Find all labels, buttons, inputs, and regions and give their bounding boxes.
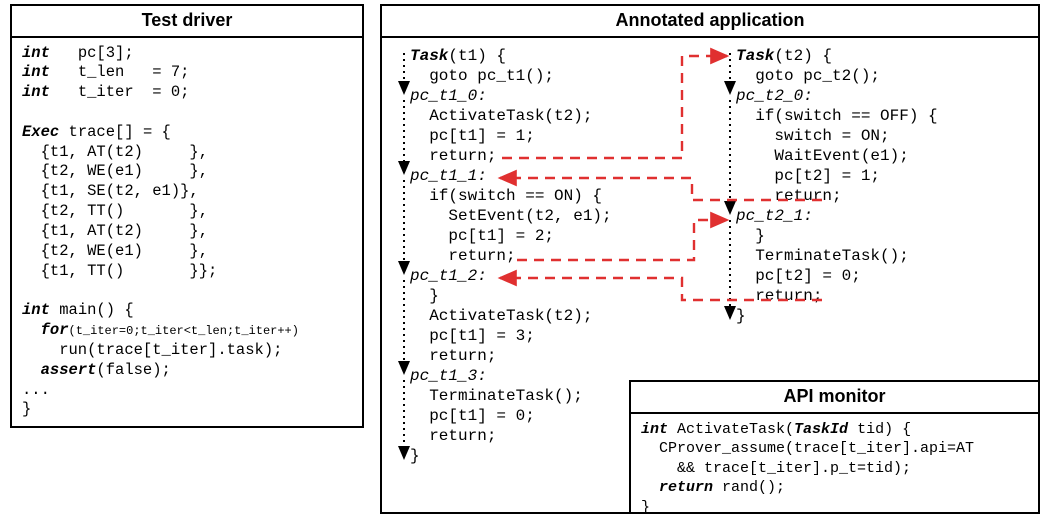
t1-line: ActivateTask(t2); bbox=[410, 307, 592, 325]
label-pc-t1-3: pc_t1_3: bbox=[410, 367, 487, 385]
test-driver-box: Test driver int pc[3]; int t_len = 7; in… bbox=[10, 4, 364, 428]
task-t2-column: Task(t2) { goto pc_t2(); pc_t2_0: if(swi… bbox=[736, 46, 938, 326]
t2-goto: goto pc_t2(); bbox=[736, 67, 880, 85]
ellipsis: ... bbox=[22, 381, 50, 399]
for-head: (t_iter=0;t_iter<t_len;t_iter++) bbox=[69, 324, 299, 338]
decl-tlen: t_len = 7; bbox=[78, 63, 190, 81]
trace-row: {t1, SE(t2, e1)}, bbox=[22, 182, 199, 200]
trace-row: {t2, WE(e1) }, bbox=[22, 242, 208, 260]
t1-goto: goto pc_t1(); bbox=[410, 67, 554, 85]
api-param-name: tid) { bbox=[848, 421, 911, 438]
label-pc-t2-1: pc_t2_1: bbox=[736, 207, 813, 225]
t2-line: pc[t2] = 0; bbox=[736, 267, 861, 285]
trace-row: {t1, AT(t2) }, bbox=[22, 143, 208, 161]
trace-row: {t2, TT() }, bbox=[22, 202, 208, 220]
api-monitor-title: API monitor bbox=[631, 382, 1038, 414]
t1-line: return; bbox=[410, 347, 496, 365]
api-line: && trace[t_iter].p_t=tid); bbox=[641, 460, 911, 477]
t1-line: return; bbox=[410, 147, 496, 165]
decl-titer: t_iter = 0; bbox=[78, 83, 190, 101]
t2-line: } bbox=[736, 227, 765, 245]
t2-head: (t2) { bbox=[774, 47, 832, 65]
run-line: run(trace[t_iter].task); bbox=[22, 341, 282, 359]
api-close: } bbox=[641, 499, 650, 516]
label-pc-t1-1: pc_t1_1: bbox=[410, 167, 487, 185]
t2-line: if(switch == OFF) { bbox=[736, 107, 938, 125]
t1-line: pc[t1] = 2; bbox=[410, 227, 554, 245]
api-param-type: TaskId bbox=[794, 421, 848, 438]
t1-head: (t1) { bbox=[448, 47, 506, 65]
t1-line: } bbox=[410, 447, 420, 465]
api-return-tail: rand(); bbox=[713, 479, 785, 496]
label-pc-t1-2: pc_t1_2: bbox=[410, 267, 487, 285]
api-line: CProver_assume(trace[t_iter].api=AT bbox=[641, 440, 974, 457]
t2-line: pc[t2] = 1; bbox=[736, 167, 880, 185]
main-sig: main() { bbox=[59, 301, 133, 319]
t1-line: return; bbox=[410, 427, 496, 445]
t1-line: if(switch == ON) { bbox=[410, 187, 602, 205]
api-return-kw: return bbox=[659, 479, 713, 496]
t2-line: return; bbox=[736, 287, 822, 305]
t2-line: } bbox=[736, 307, 746, 325]
t1-line: TerminateTask(); bbox=[410, 387, 583, 405]
t1-line: pc[t1] = 0; bbox=[410, 407, 535, 425]
assert-line: (false); bbox=[96, 361, 170, 379]
label-pc-t2-0: pc_t2_0: bbox=[736, 87, 813, 105]
api-monitor-body: int ActivateTask(TaskId tid) { CProver_a… bbox=[631, 414, 1038, 525]
trace-row: {t1, AT(t2) }, bbox=[22, 222, 208, 240]
t2-line: TerminateTask(); bbox=[736, 247, 909, 265]
decl-pc: pc[3]; bbox=[78, 44, 134, 62]
t2-line: return; bbox=[736, 187, 842, 205]
t2-line: switch = ON; bbox=[736, 127, 890, 145]
t1-line: return; bbox=[410, 247, 516, 265]
t2-line: WaitEvent(e1); bbox=[736, 147, 909, 165]
t1-line: pc[t1] = 1; bbox=[410, 127, 535, 145]
t1-line: SetEvent(t2, e1); bbox=[410, 207, 612, 225]
api-fn-name: ActivateTask( bbox=[668, 421, 794, 438]
task-t1-column: Task(t1) { goto pc_t1(); pc_t1_0: Activa… bbox=[410, 46, 612, 466]
trace-decl: trace[] = { bbox=[69, 123, 171, 141]
annotated-title: Annotated application bbox=[382, 6, 1038, 38]
test-driver-body: int pc[3]; int t_len = 7; int t_iter = 0… bbox=[12, 38, 362, 429]
t1-line: ActivateTask(t2); bbox=[410, 107, 592, 125]
trace-row: {t1, TT() }}; bbox=[22, 262, 217, 280]
t1-line: pc[t1] = 3; bbox=[410, 327, 535, 345]
test-driver-title: Test driver bbox=[12, 6, 362, 38]
trace-row: {t2, WE(e1) }, bbox=[22, 162, 208, 180]
api-monitor-box: API monitor int ActivateTask(TaskId tid)… bbox=[629, 380, 1040, 514]
t1-line: } bbox=[410, 287, 439, 305]
label-pc-t1-0: pc_t1_0: bbox=[410, 87, 487, 105]
api-ret-type: int bbox=[641, 421, 668, 438]
